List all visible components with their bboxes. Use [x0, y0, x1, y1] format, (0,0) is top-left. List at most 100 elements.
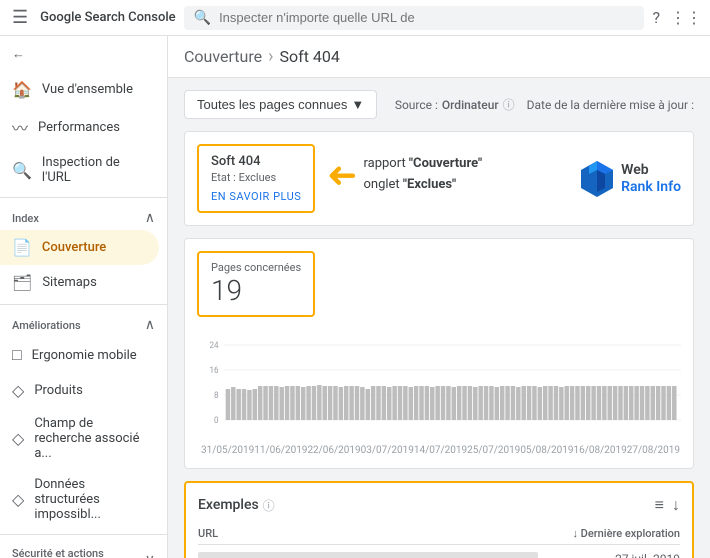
svg-text:0: 0	[214, 416, 219, 427]
col-date-header: ↓ Dernière exploration	[564, 523, 680, 545]
sidebar-item-search-field[interactable]: ◇ Champ de recherche associé a...	[0, 408, 159, 469]
webrankinfo-logo: Web Rank Info	[579, 159, 681, 199]
breadcrumb: Couverture › Soft 404	[168, 36, 710, 78]
sidebar-item-performance[interactable]: 〰 Performances	[0, 107, 159, 147]
chart-icon: 〰	[12, 115, 28, 139]
products-icon: ◇	[12, 381, 24, 400]
source-label: Source :	[395, 98, 438, 112]
examples-info-icon[interactable]: ⓘ	[263, 497, 275, 514]
sidebar-item-products[interactable]: ◇ Produits	[0, 373, 159, 408]
sidebar-label-coverage: Couverture	[42, 240, 106, 255]
index-section-label: Index	[12, 212, 39, 225]
sidebar-item-overview[interactable]: 🏠 Vue d'ensemble	[0, 72, 159, 107]
index-chevron-icon: ∧	[145, 210, 155, 226]
sidebar-label-performance: Performances	[38, 120, 120, 135]
webrankinfo-rankinfo: Rank Info	[621, 179, 681, 196]
security-section-label: Sécurité et actions manuelles	[12, 547, 145, 558]
sidebar-collapse-button[interactable]: ←	[0, 36, 167, 72]
search-bar[interactable]: 🔍	[184, 6, 645, 30]
topbar: ☰ Google Search Console 🔍 ? ⋮⋮	[0, 0, 710, 36]
webrankinfo-web: Web	[621, 162, 681, 179]
webrankinfo-icon	[579, 159, 615, 199]
sidebar-item-structured[interactable]: ◇ Données structurées impossibl...	[0, 469, 159, 530]
sidebar-item-sitemaps[interactable]: 🗂 Sitemaps	[0, 265, 159, 300]
status-card-title: Soft 404	[211, 154, 301, 169]
learn-more-link[interactable]: EN SAVOIR PLUS	[211, 190, 301, 203]
svg-text:24: 24	[209, 341, 218, 352]
pages-card: Pages concernées 19	[197, 251, 315, 317]
pages-card-label: Pages concernées	[211, 261, 301, 274]
date-cell-1: 27 juil. 2019	[564, 545, 680, 558]
menu-icon[interactable]: ☰	[8, 3, 32, 32]
source-value: Ordinateur	[442, 98, 499, 112]
sidebar-label-sitemaps: Sitemaps	[42, 275, 97, 290]
annotation-arrow: ➜	[327, 154, 357, 196]
url-placeholder-1	[198, 552, 538, 558]
pages-card-value: 19	[211, 274, 301, 307]
filter-meta: Source : Ordinateur ⓘ Date de la dernièr…	[395, 96, 694, 113]
status-card: Soft 404 Etat : Exclues EN SAVOIR PLUS	[197, 144, 315, 213]
chart-area: 24 16 8 0	[197, 337, 681, 456]
sidebar-label-structured: Données structurées impossibl...	[34, 477, 147, 522]
examples-header: Exemples ⓘ ≡ ↓	[198, 495, 680, 515]
breadcrumb-separator: ›	[268, 46, 273, 67]
table-header-row: URL ↓ Dernière exploration	[198, 523, 680, 545]
sidebar-section-index[interactable]: Index ∧	[0, 202, 167, 230]
sidebar-label-mobile: Ergonomie mobile	[32, 348, 137, 363]
examples-card: Exemples ⓘ ≡ ↓ URL ↓ Dernière exploratio…	[184, 481, 694, 558]
mobile-icon: □	[12, 345, 22, 365]
svg-text:8: 8	[214, 391, 219, 402]
sidebar-item-url-inspect[interactable]: 🔍 Inspection de l'URL	[0, 147, 159, 193]
breadcrumb-parent[interactable]: Couverture	[184, 47, 262, 66]
annotation-text: rapport "Couverture" onglet "Exclues"	[363, 154, 482, 196]
sidebar-divider-1	[0, 197, 167, 198]
filter-button[interactable]: Toutes les pages connues ▼	[184, 90, 377, 119]
sidebar-item-coverage[interactable]: 📄 Couverture	[0, 230, 159, 265]
sidebar-section-security[interactable]: Sécurité et actions manuelles ∨	[0, 539, 167, 558]
home-icon: 🏠	[12, 80, 32, 99]
apps-icon[interactable]: ⋮⋮	[670, 8, 702, 27]
col-url-header: URL	[198, 523, 564, 545]
filter-label: Toutes les pages connues	[197, 97, 347, 112]
filter-rows-icon[interactable]: ≡	[655, 495, 664, 515]
sidebar-item-mobile[interactable]: □ Ergonomie mobile	[0, 337, 159, 373]
search-field-icon: ◇	[12, 429, 24, 448]
search-input[interactable]	[219, 10, 634, 25]
chevron-left-icon: ←	[12, 46, 25, 62]
topbar-right: ? ⋮⋮	[652, 8, 702, 27]
svg-text:16: 16	[209, 366, 218, 377]
examples-table: URL ↓ Dernière exploration 27 juil. 2019	[198, 523, 680, 558]
security-chevron-icon: ∨	[145, 552, 155, 558]
sitemaps-icon: 🗂	[12, 273, 32, 292]
sidebar-label-overview: Vue d'ensemble	[42, 82, 133, 97]
breadcrumb-current: Soft 404	[280, 47, 340, 66]
main-content: Couverture › Soft 404 Toutes les pages c…	[168, 36, 710, 558]
examples-title: Exemples ⓘ	[198, 497, 275, 514]
filter-bar: Toutes les pages connues ▼ Source : Ordi…	[184, 90, 694, 119]
help-icon[interactable]: ?	[652, 8, 660, 27]
sidebar-label-products: Produits	[34, 383, 83, 398]
search-icon: 🔍	[194, 10, 211, 26]
sidebar-label-search-field: Champ de recherche associé a...	[34, 416, 147, 461]
app-title: Google Search Console	[40, 10, 175, 25]
coverage-icon: 📄	[12, 238, 32, 257]
inspect-icon: 🔍	[12, 161, 32, 180]
sidebar: ← 🏠 Vue d'ensemble 〰 Performances 🔍 Insp…	[0, 36, 168, 558]
sidebar-divider-2	[0, 304, 167, 305]
ameliorations-chevron-icon: ∧	[145, 317, 155, 333]
download-icon[interactable]: ↓	[672, 495, 680, 515]
examples-actions: ≡ ↓	[655, 495, 680, 515]
source-info-icon[interactable]: ⓘ	[503, 96, 515, 113]
content-area: Toutes les pages connues ▼ Source : Ordi…	[168, 78, 710, 558]
sidebar-section-ameliorations[interactable]: Améliorations ∧	[0, 309, 167, 337]
table-row: 27 juil. 2019	[198, 545, 680, 558]
chart-svg: 24 16 8 0	[197, 337, 681, 437]
sidebar-label-url-inspect: Inspection de l'URL	[42, 155, 147, 185]
structured-icon: ◇	[12, 490, 24, 509]
chart-x-labels: 31/05/2019 11/06/2019 22/06/2019 03/07/2…	[197, 445, 681, 456]
sidebar-divider-3	[0, 534, 167, 535]
date-label: Date de la dernière mise à jour :	[527, 98, 694, 112]
url-cell-1	[198, 545, 564, 558]
ameliorations-section-label: Améliorations	[12, 319, 81, 332]
status-card-state: Etat : Exclues	[211, 171, 301, 184]
